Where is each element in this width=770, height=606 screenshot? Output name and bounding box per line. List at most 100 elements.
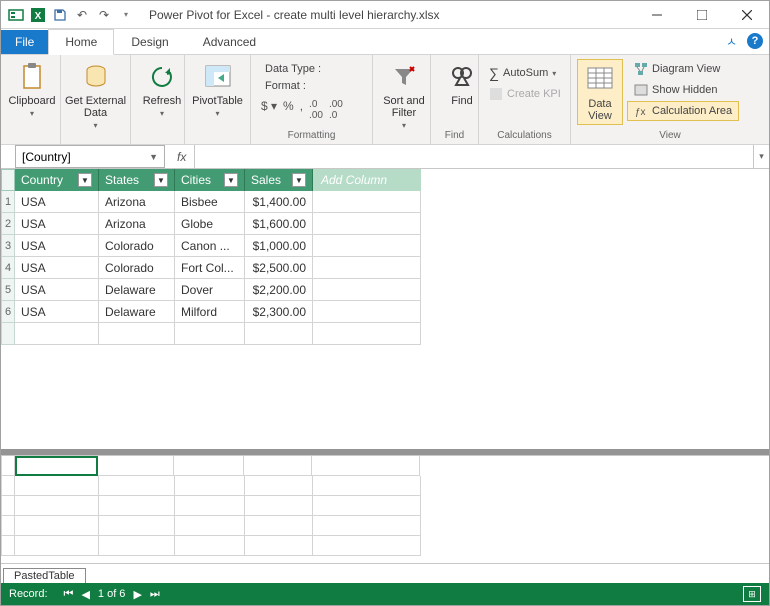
formula-input[interactable] (195, 145, 753, 168)
get-external-data-button[interactable]: Get External Data ▾ (67, 59, 124, 132)
refresh-button[interactable]: Refresh ▾ (137, 59, 187, 120)
find-icon (446, 61, 478, 93)
currency-button[interactable]: $ ▾ (261, 99, 277, 121)
cell[interactable]: $1,600.00 (245, 213, 313, 235)
svg-text:ƒx: ƒx (635, 107, 646, 118)
cell[interactable]: USA (15, 301, 99, 323)
sort-filter-button[interactable]: Sort and Filter ▾ (379, 59, 429, 132)
title-bar: X ↶ ↷ ▾ Power Pivot for Excel - create m… (1, 1, 769, 29)
row-header[interactable]: 6 (1, 301, 15, 323)
format-symbols: $ ▾ % , .0.00 .00.0 (261, 95, 362, 121)
minimize-button[interactable] (634, 1, 679, 29)
increase-decimal[interactable]: .0.00 (309, 99, 323, 121)
cell[interactable]: Globe (175, 213, 245, 235)
percent-button[interactable]: % (283, 99, 294, 121)
pivottable-button[interactable]: PivotTable ▾ (191, 59, 244, 120)
cell[interactable]: Arizona (99, 213, 175, 235)
row-header[interactable]: 5 (1, 279, 15, 301)
row-header[interactable]: 2 (1, 213, 15, 235)
selected-calc-cell[interactable] (15, 456, 98, 476)
cell[interactable] (313, 213, 421, 235)
cell[interactable] (313, 191, 421, 213)
tab-file[interactable]: File (1, 30, 48, 54)
fx-label[interactable]: fx (169, 145, 195, 168)
calculation-area-button[interactable]: ƒx Calculation Area (627, 101, 739, 121)
cell[interactable]: Milford (175, 301, 245, 323)
cell[interactable]: $2,500.00 (245, 257, 313, 279)
cell[interactable]: USA (15, 191, 99, 213)
cell[interactable]: USA (15, 235, 99, 257)
row-header[interactable]: 1 (1, 191, 15, 213)
create-kpi-button[interactable]: Create KPI (485, 85, 564, 103)
expand-formula-icon[interactable]: ▾ (753, 145, 769, 168)
record-label: Record: (9, 588, 48, 600)
collapse-ribbon-icon[interactable]: ㅅ (726, 33, 737, 50)
decrease-decimal[interactable]: .00.0 (329, 99, 343, 121)
sheet-tabs: PastedTable (1, 563, 769, 583)
table-row: 4USAColoradoFort Col...$2,500.00 (1, 257, 769, 279)
col-country[interactable]: Country▼ (15, 169, 99, 191)
app-icon (7, 6, 25, 24)
cell[interactable]: Arizona (99, 191, 175, 213)
window-controls (634, 1, 769, 29)
tab-advanced[interactable]: Advanced (186, 29, 273, 54)
tab-design[interactable]: Design (114, 29, 185, 54)
cell[interactable] (313, 257, 421, 279)
filter-dropdown-icon[interactable]: ▼ (78, 173, 92, 187)
undo-icon[interactable]: ↶ (73, 6, 91, 24)
row-header[interactable]: 3 (1, 235, 15, 257)
help-icon[interactable]: ? (747, 33, 763, 49)
add-column[interactable]: Add Column (313, 169, 421, 191)
clipboard-button[interactable]: Clipboard ▾ (7, 59, 57, 120)
filter-dropdown-icon[interactable]: ▼ (154, 173, 168, 187)
chevron-down-icon[interactable]: ▼ (149, 152, 158, 162)
last-record-button[interactable]: ⏭ (150, 588, 160, 601)
qat-dropdown-icon[interactable]: ▾ (117, 6, 135, 24)
cell[interactable]: Dover (175, 279, 245, 301)
cell[interactable]: $1,000.00 (245, 235, 313, 257)
prev-record-button[interactable]: ◀ (81, 588, 89, 601)
view-group-label: View (577, 129, 763, 142)
cell[interactable]: USA (15, 279, 99, 301)
cell[interactable]: Fort Col... (175, 257, 245, 279)
autosum-button[interactable]: ∑ AutoSum ▾ (485, 63, 564, 83)
filter-dropdown-icon[interactable]: ▼ (224, 173, 238, 187)
cell[interactable]: USA (15, 257, 99, 279)
maximize-button[interactable] (679, 1, 724, 29)
cell[interactable]: Colorado (99, 235, 175, 257)
cell[interactable]: Canon ... (175, 235, 245, 257)
diagram-view-button[interactable]: Diagram View (627, 59, 739, 79)
close-button[interactable] (724, 1, 769, 29)
name-box[interactable]: [Country] ▼ (15, 145, 165, 168)
select-all-corner[interactable] (1, 169, 15, 191)
cell[interactable]: Delaware (99, 301, 175, 323)
cell[interactable]: Colorado (99, 257, 175, 279)
cell[interactable] (313, 279, 421, 301)
tab-home[interactable]: Home (48, 29, 114, 55)
cell[interactable] (313, 235, 421, 257)
show-hidden-button[interactable]: Show Hidden (627, 80, 739, 100)
data-type-label[interactable]: Data Type : (261, 61, 362, 77)
cell[interactable] (313, 301, 421, 323)
cell[interactable]: $2,300.00 (245, 301, 313, 323)
redo-icon[interactable]: ↷ (95, 6, 113, 24)
cell[interactable]: USA (15, 213, 99, 235)
comma-button[interactable]: , (300, 99, 303, 121)
save-icon[interactable] (51, 6, 69, 24)
data-view-button[interactable]: Data View (577, 59, 623, 125)
next-record-button[interactable]: ▶ (133, 588, 141, 601)
col-sales[interactable]: Sales▼ (245, 169, 313, 191)
col-cities[interactable]: Cities▼ (175, 169, 245, 191)
row-header[interactable]: 4 (1, 257, 15, 279)
col-states[interactable]: States▼ (99, 169, 175, 191)
cell[interactable]: Bisbee (175, 191, 245, 213)
first-record-button[interactable]: ⏮ (64, 588, 74, 601)
table-row: 6USADelawareMilford$2,300.00 (1, 301, 769, 323)
cell[interactable]: $2,200.00 (245, 279, 313, 301)
cell[interactable]: Delaware (99, 279, 175, 301)
format-label[interactable]: Format : (261, 78, 362, 94)
sheet-tab[interactable]: PastedTable (3, 568, 86, 583)
filter-dropdown-icon[interactable]: ▼ (292, 173, 306, 187)
cell[interactable]: $1,400.00 (245, 191, 313, 213)
status-icon[interactable]: ⊞ (743, 586, 761, 602)
